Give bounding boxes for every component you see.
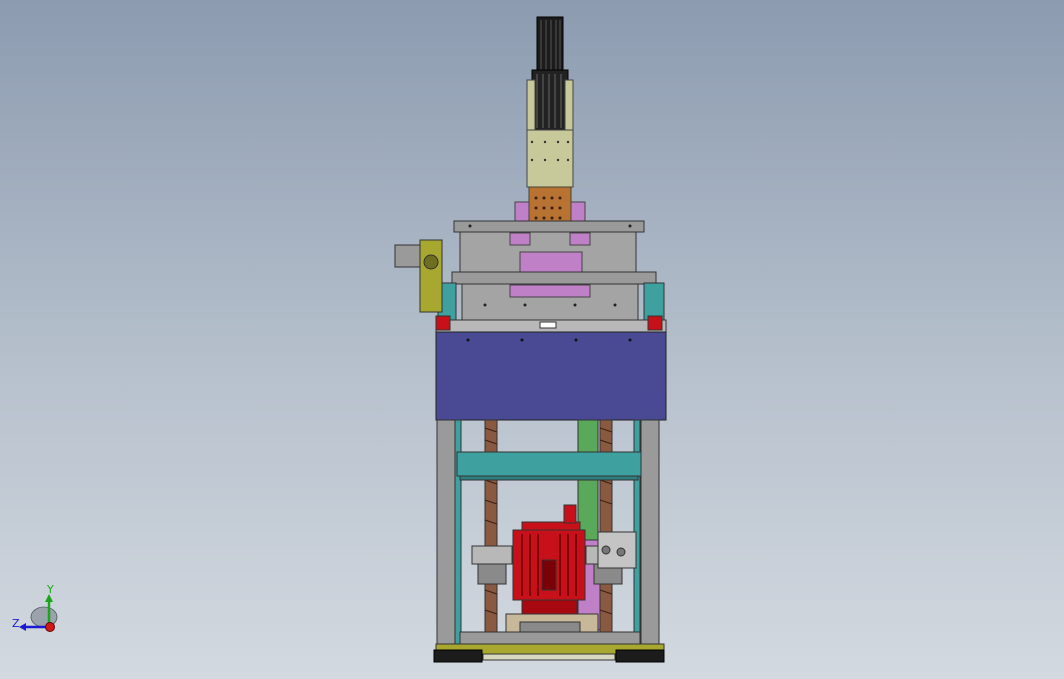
cad-model-view[interactable]: Y Z bbox=[0, 0, 1064, 679]
z-axis-label: Z bbox=[12, 617, 20, 630]
upper-press-frame[interactable] bbox=[394, 201, 667, 333]
graphics-viewport[interactable]: Y Z bbox=[0, 0, 1064, 679]
drive-motor[interactable] bbox=[512, 504, 586, 615]
guard-panel[interactable] bbox=[435, 331, 667, 421]
x-axis-dot bbox=[45, 622, 55, 632]
machine-base[interactable] bbox=[433, 613, 665, 663]
y-axis-label: Y bbox=[46, 583, 54, 596]
axis-triad: Y Z bbox=[12, 583, 58, 632]
servo-motor-column[interactable] bbox=[526, 16, 574, 254]
